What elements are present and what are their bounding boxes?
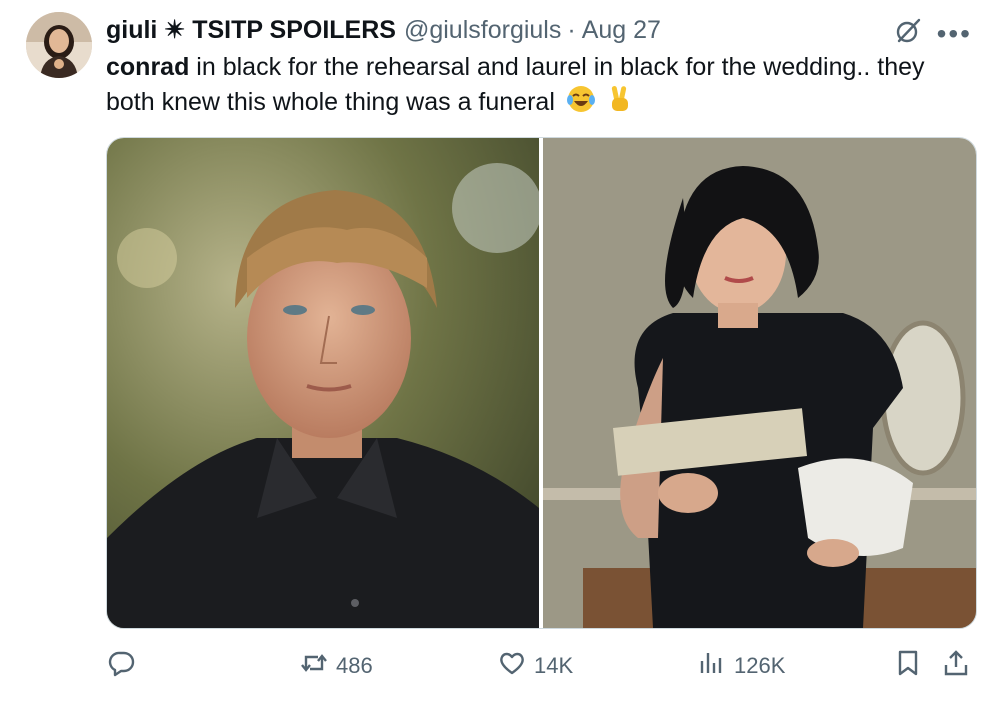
share-button[interactable] <box>942 646 970 686</box>
face-with-tears-of-joy-icon <box>566 84 596 123</box>
tweet-text-bold: conrad <box>106 53 190 81</box>
views-button[interactable]: 126K <box>698 646 785 686</box>
more-icon[interactable]: ••• <box>937 19 972 47</box>
bookmark-button[interactable] <box>894 646 922 686</box>
like-count: 14K <box>534 653 574 678</box>
tweet: giuli ✴ TSITP SPOILERS @giulsforgiuls · … <box>0 0 1000 709</box>
tweet-header: giuli ✴ TSITP SPOILERS @giulsforgiuls · … <box>106 14 661 46</box>
reply-button[interactable] <box>108 646 144 686</box>
bookmark-icon <box>894 649 922 683</box>
photo-left[interactable] <box>107 138 542 628</box>
display-name[interactable]: giuli ✴ TSITP SPOILERS <box>106 15 396 45</box>
tweet-media[interactable] <box>106 137 977 629</box>
user-handle[interactable]: @giulsforgiuls <box>404 16 561 45</box>
reply-icon <box>108 649 136 683</box>
action-bar: 486 14K 126K <box>106 646 976 686</box>
retweet-count: 486 <box>336 653 373 678</box>
like-icon <box>498 649 526 683</box>
like-button[interactable]: 14K <box>498 646 573 686</box>
share-icon <box>942 649 970 683</box>
retweet-icon <box>300 649 328 683</box>
header-actions: ••• <box>893 16 972 51</box>
avatar[interactable] <box>26 12 92 78</box>
views-icon <box>698 649 726 683</box>
separator-dot: · <box>567 15 576 44</box>
grok-icon[interactable] <box>893 16 923 51</box>
photo-right[interactable] <box>543 138 976 628</box>
views-count: 126K <box>734 653 786 678</box>
tweet-text-rest: in black for the rehearsal and laurel in… <box>106 53 925 117</box>
timestamp[interactable]: Aug 27 <box>582 16 661 45</box>
victory-hand-icon <box>607 84 633 123</box>
retweet-button[interactable]: 486 <box>300 646 373 686</box>
tweet-text: conrad in black for the rehearsal and la… <box>106 50 976 123</box>
